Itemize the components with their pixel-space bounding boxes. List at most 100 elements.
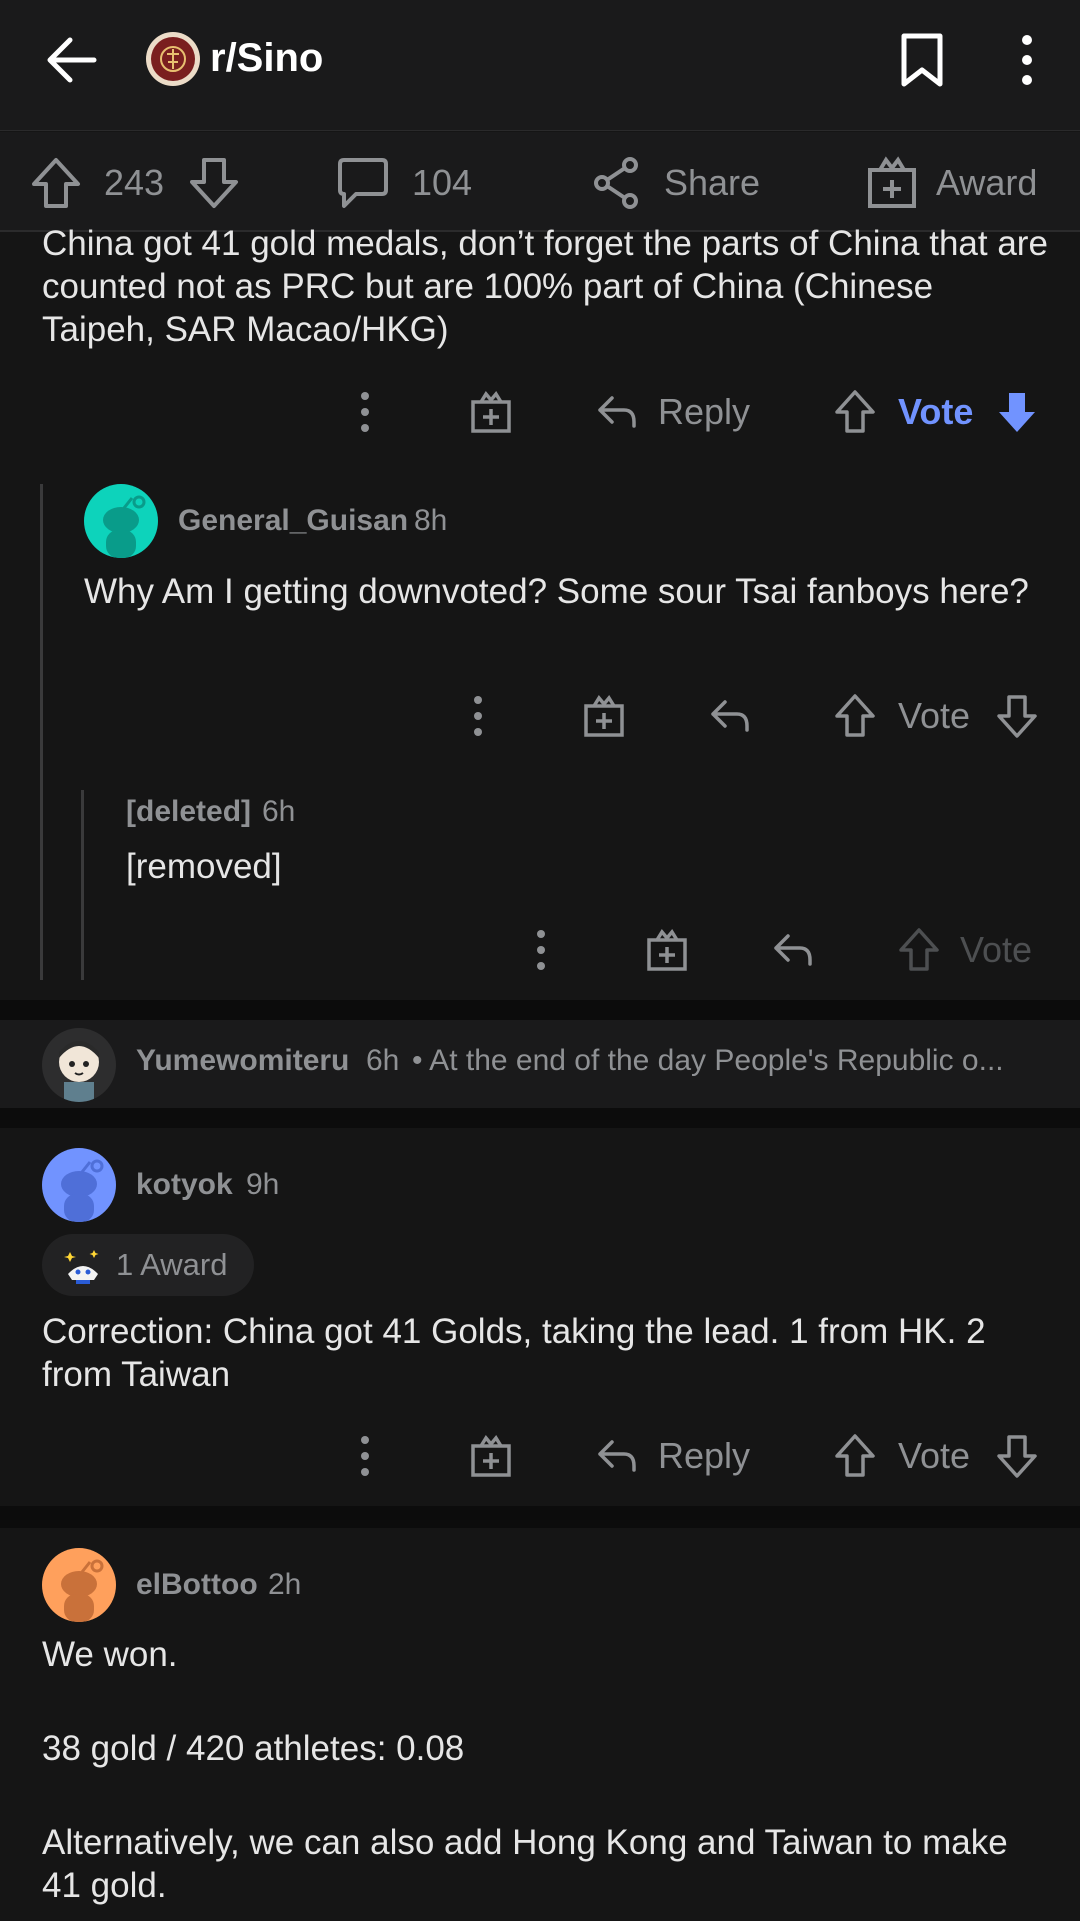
downvote-button[interactable] [996, 686, 1038, 746]
reply-arrow-icon [711, 700, 749, 732]
upvote-icon [835, 694, 875, 737]
reply-arrow-icon [774, 934, 812, 966]
snoo-avatar-icon [103, 495, 146, 558]
more-options-icon[interactable] [1012, 32, 1042, 88]
share-label: Share [664, 162, 761, 203]
comment-body: Why Am I getting downvoted? Some sour Ts… [84, 572, 1029, 611]
comment-paragraph: 38 gold / 420 athletes: 0.08 [42, 1729, 465, 1768]
award-gift-icon [584, 695, 624, 737]
downvote-button[interactable] [188, 156, 240, 210]
award-gift-icon [647, 929, 687, 971]
award-count-label: 1 Award [116, 1247, 228, 1282]
vote-label: Vote [898, 695, 971, 736]
downvote-icon [997, 1435, 1037, 1478]
comment-actions: Reply Vote [0, 1426, 1080, 1486]
top-bar: r/Sino [0, 0, 1080, 131]
downvote-icon [190, 158, 238, 208]
username[interactable]: General_Guisan [178, 504, 408, 538]
timestamp: 9h [246, 1168, 280, 1201]
comment-count: 104 [412, 162, 473, 203]
comment-icon [338, 158, 388, 208]
subreddit-icon[interactable] [146, 32, 200, 86]
downvote-filled-icon [999, 393, 1035, 432]
more-options-button[interactable] [350, 382, 380, 442]
award-emoji-icon [64, 1250, 99, 1284]
downvote-icon [997, 695, 1037, 738]
divider [0, 1506, 1080, 1528]
divider [0, 1108, 1080, 1128]
back-arrow-icon[interactable] [42, 30, 102, 90]
comment-preview: • At the end of the day People's Republi… [412, 1044, 1004, 1077]
more-options-button[interactable] [463, 686, 493, 746]
award-badge[interactable]: 1 Award [42, 1234, 254, 1296]
award-button[interactable] [646, 920, 688, 980]
emblem-icon [160, 46, 186, 72]
downvote-button[interactable] [996, 1426, 1038, 1486]
comments-button[interactable] [336, 156, 390, 210]
divider [0, 1000, 1080, 1020]
reply-button[interactable]: Reply [596, 1426, 750, 1486]
award-button[interactable] [583, 686, 625, 746]
timestamp: 8h [414, 504, 448, 537]
upvote-button[interactable] [834, 382, 876, 442]
collapsed-comment[interactable]: Yumewomiteru 6h • At the end of the day … [0, 1020, 1080, 1108]
award-button[interactable] [470, 1426, 512, 1486]
upvote-icon [835, 390, 875, 433]
upvote-button[interactable] [834, 686, 876, 746]
award-label: Award [936, 162, 1038, 203]
comment-body: China got 41 gold medals, don’t forget t… [42, 224, 1048, 349]
username[interactable]: Yumewomiteru [136, 1044, 349, 1078]
username: [deleted] [126, 795, 252, 828]
reply-button[interactable] [709, 686, 751, 746]
more-options-button[interactable] [526, 920, 556, 980]
username[interactable]: kotyok [136, 1168, 233, 1202]
avatar[interactable] [84, 484, 158, 558]
more-options-button[interactable] [350, 1426, 380, 1486]
more-vertical-icon [474, 696, 482, 736]
more-vertical-icon [361, 392, 369, 432]
username[interactable]: elBottoo [136, 1568, 258, 1602]
comment-paragraph: We won. [42, 1635, 178, 1674]
more-vertical-icon [537, 930, 545, 970]
comment-actions: Vote [0, 686, 1080, 746]
downvote-button-active[interactable] [996, 382, 1038, 442]
timestamp: 6h [262, 795, 296, 828]
upvote-icon [32, 158, 80, 208]
comment-actions: Reply Vote [0, 382, 1080, 442]
comment-paragraph: Alternatively, we can also add Hong Kong… [42, 1823, 1008, 1905]
comment-actions: Vote [0, 920, 1080, 980]
avatar[interactable] [42, 1028, 116, 1102]
share-icon [594, 157, 638, 209]
timestamp: 6h [366, 1044, 400, 1077]
upvote-button[interactable] [30, 156, 82, 210]
vote-label: Vote [960, 929, 1033, 970]
comment-body: Correction: China got 41 Golds, taking t… [42, 1312, 986, 1394]
reply-label: Reply [658, 391, 751, 432]
upvote-count: 243 [104, 162, 165, 203]
award-gift-icon [471, 1435, 511, 1477]
vote-label: Vote [898, 1435, 971, 1476]
share-button[interactable]: Share [592, 156, 760, 210]
comment-body: [removed] [126, 847, 282, 886]
vote-label: Vote [898, 391, 974, 432]
upvote-button-disabled [898, 920, 940, 980]
award-button[interactable] [470, 382, 512, 442]
subreddit-name[interactable]: r/Sino [210, 36, 323, 81]
snoo-avatar-icon [61, 1159, 104, 1222]
upvote-icon [899, 928, 939, 971]
reply-button[interactable]: Reply [596, 382, 750, 442]
snoo-avatar-icon [61, 1559, 104, 1622]
reply-arrow-icon [598, 1440, 636, 1472]
upvote-icon [835, 1434, 875, 1477]
reply-label: Reply [658, 1435, 751, 1476]
avatar[interactable] [42, 1148, 116, 1222]
award-button[interactable]: Award [866, 156, 1037, 210]
avatar[interactable] [42, 1548, 116, 1622]
reply-button[interactable] [772, 920, 814, 980]
reply-arrow-icon [598, 396, 636, 428]
bookmark-icon[interactable] [898, 32, 946, 88]
upvote-button[interactable] [834, 1426, 876, 1486]
award-gift-icon [471, 391, 511, 433]
anime-avatar-icon [59, 1041, 99, 1102]
post-action-bar: 243 104 Share Award [0, 132, 1080, 232]
